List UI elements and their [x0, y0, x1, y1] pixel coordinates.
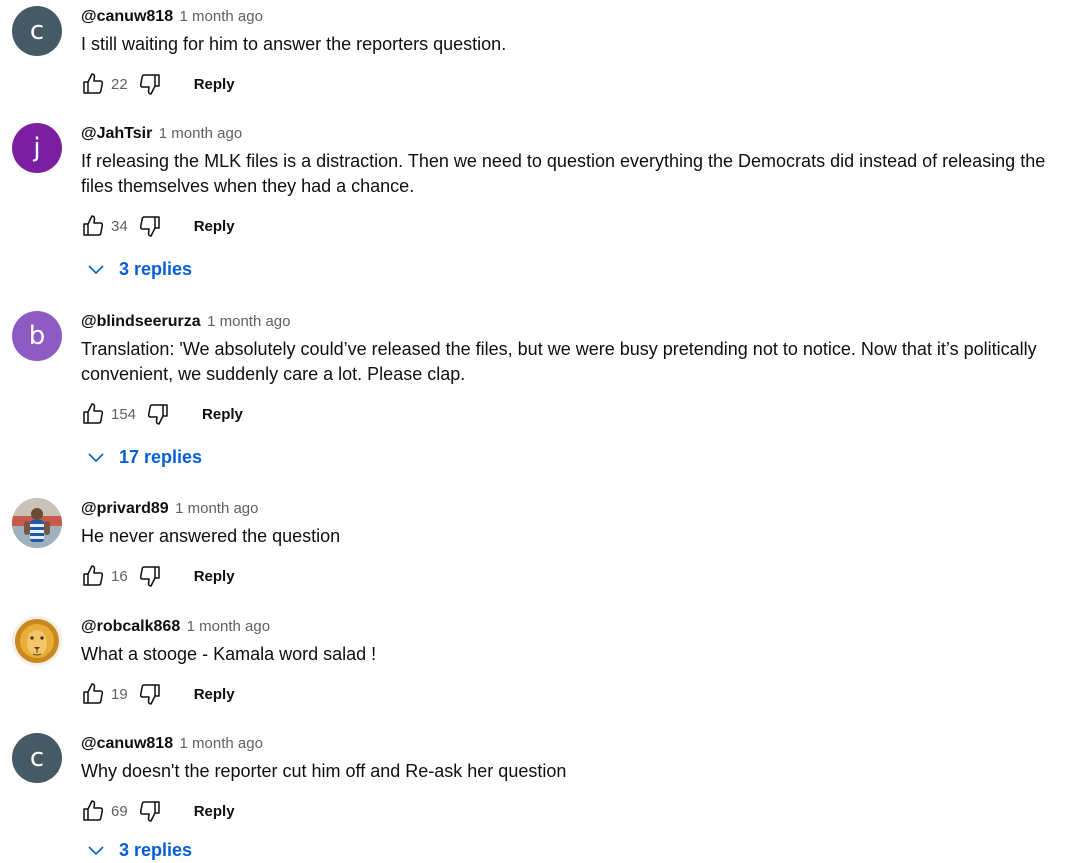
- comment-actions: 69 Reply: [81, 797, 235, 825]
- comment-timestamp[interactable]: 1 month ago: [207, 313, 290, 330]
- view-replies-button[interactable]: 17 replies: [86, 444, 202, 470]
- thumbs-up-icon[interactable]: [81, 214, 105, 238]
- thumbs-down-icon[interactable]: [138, 72, 162, 96]
- avatar[interactable]: j: [12, 123, 62, 173]
- comment-actions: 154 Reply: [81, 400, 243, 428]
- thumbs-down-icon[interactable]: [138, 799, 162, 823]
- chevron-down-icon: [88, 846, 104, 856]
- comment-timestamp[interactable]: 1 month ago: [180, 735, 263, 752]
- view-replies-button[interactable]: 3 replies: [86, 837, 192, 863]
- like-count: 69: [111, 802, 128, 820]
- avatar[interactable]: c: [12, 6, 62, 56]
- replies-count: 3 replies: [119, 258, 193, 279]
- reply-button[interactable]: Reply: [194, 803, 235, 820]
- view-replies-button[interactable]: 3 replies: [86, 256, 192, 282]
- reply-button[interactable]: Reply: [194, 218, 235, 235]
- avatar[interactable]: c: [12, 733, 62, 783]
- thumbs-down-icon[interactable]: [138, 682, 162, 706]
- comment-timestamp[interactable]: 1 month ago: [175, 500, 258, 517]
- chevron-down-icon: [88, 453, 104, 463]
- comment-author[interactable]: @blindseerurza: [81, 313, 201, 330]
- thumbs-up-icon[interactable]: [81, 564, 105, 588]
- comment-author[interactable]: @canuw818: [81, 735, 173, 752]
- like-count: 22: [111, 75, 128, 93]
- chevron-down-icon: [88, 265, 104, 275]
- thumbs-down-icon[interactable]: [138, 564, 162, 588]
- comment-text: If releasing the MLK files is a distract…: [81, 151, 1046, 196]
- comment-author[interactable]: @robcalk868: [81, 618, 180, 635]
- comment-text: Why doesn't the reporter cut him off and…: [81, 761, 567, 781]
- avatar[interactable]: [12, 616, 62, 666]
- comment-text: What a stooge - Kamala word salad !: [81, 644, 377, 664]
- reply-button[interactable]: Reply: [202, 406, 243, 423]
- thumbs-up-icon[interactable]: [81, 72, 105, 96]
- thumbs-up-icon[interactable]: [81, 799, 105, 823]
- avatar[interactable]: b: [12, 311, 62, 361]
- comment-text: He never answered the question: [81, 526, 341, 546]
- like-count: 34: [111, 217, 128, 235]
- comment-actions: 16 Reply: [81, 562, 235, 590]
- thumbs-down-icon[interactable]: [146, 402, 170, 426]
- reply-button[interactable]: Reply: [194, 76, 235, 93]
- lion-avatar: [12, 616, 62, 666]
- comment-actions: 19 Reply: [81, 680, 235, 708]
- comment-author[interactable]: @canuw818: [81, 8, 173, 25]
- comment-text: Translation: 'We absolutely could’ve rel…: [81, 339, 1037, 384]
- thumbs-down-icon[interactable]: [138, 214, 162, 238]
- avatar[interactable]: [12, 498, 62, 548]
- comment-timestamp[interactable]: 1 month ago: [159, 125, 242, 142]
- reply-button[interactable]: Reply: [194, 686, 235, 703]
- avatar-photo: [12, 498, 62, 548]
- comment-author[interactable]: @JahTsir: [81, 125, 152, 142]
- thumbs-up-icon[interactable]: [81, 682, 105, 706]
- replies-count: 3 replies: [119, 839, 193, 860]
- comment-author[interactable]: @privard89: [81, 500, 169, 517]
- reply-button[interactable]: Reply: [194, 568, 235, 585]
- thumbs-up-icon[interactable]: [81, 402, 105, 426]
- replies-count: 17 replies: [119, 446, 203, 467]
- comment-actions: 34 Reply: [81, 212, 235, 240]
- like-count: 16: [111, 567, 128, 585]
- comment-timestamp[interactable]: 1 month ago: [187, 618, 270, 635]
- like-count: 19: [111, 685, 128, 703]
- comment-actions: 22 Reply: [81, 70, 235, 98]
- comment-timestamp[interactable]: 1 month ago: [180, 8, 263, 25]
- comment-text: I still waiting for him to answer the re…: [81, 34, 507, 54]
- like-count: 154: [111, 405, 137, 423]
